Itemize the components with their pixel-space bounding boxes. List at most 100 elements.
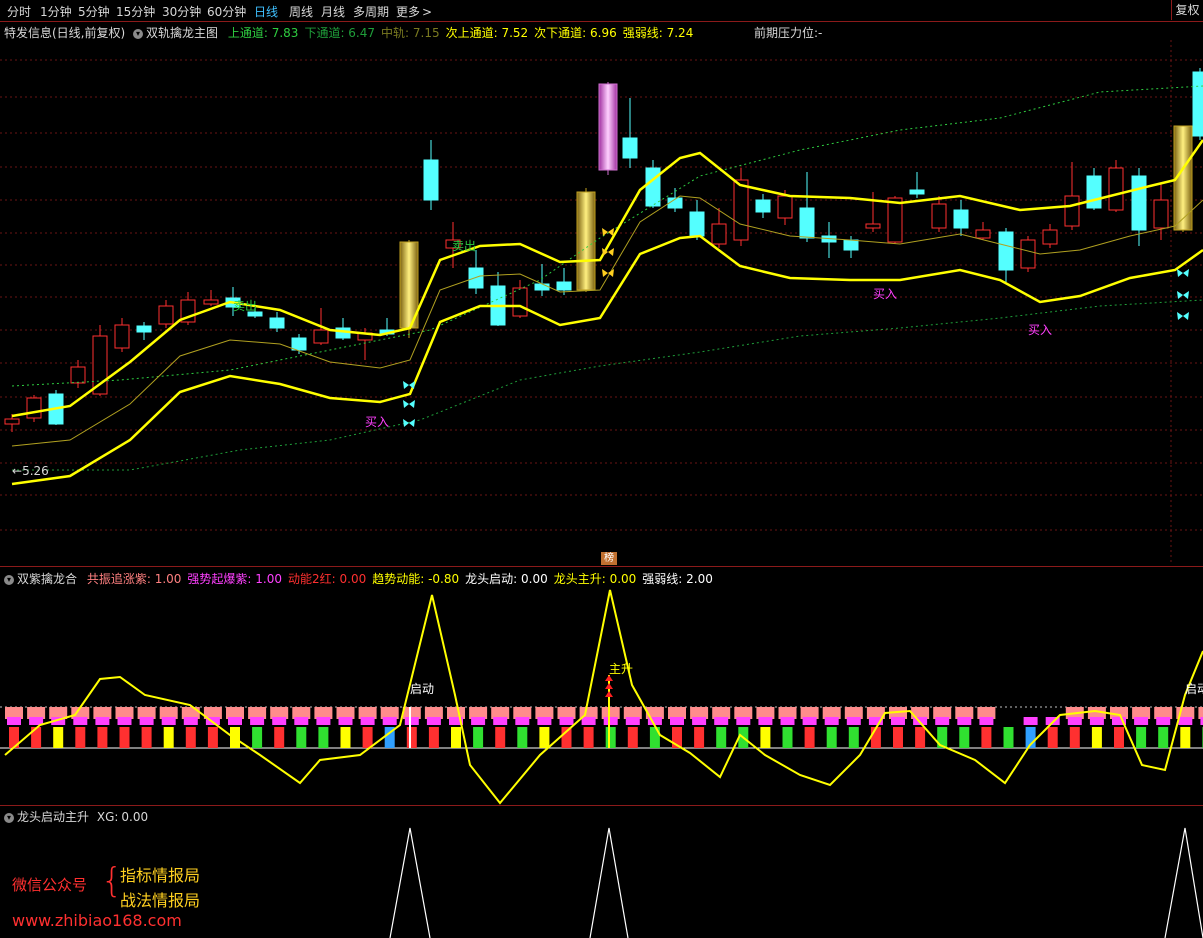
candle-body — [733, 179, 749, 241]
candle-body — [998, 231, 1014, 271]
pressure-level: 前期压力位:- — [754, 24, 822, 41]
momentum-bar — [296, 727, 307, 748]
pressure-label: 前期压力位: — [754, 26, 819, 40]
main-value-0: 上通道: 7.83 — [227, 26, 299, 40]
momentum-bar — [583, 727, 594, 748]
candle-body — [799, 207, 815, 239]
candle-body — [777, 195, 793, 219]
momentum-bar — [1158, 727, 1169, 748]
indicator-name: 双轨擒龙主图 — [146, 26, 219, 40]
period-1min[interactable]: 1分钟 — [40, 3, 72, 20]
sub2-settings-icon[interactable]: ▾ — [4, 812, 14, 823]
momentum-bar — [915, 727, 926, 748]
main-value-5: 强弱线: 7.24 — [622, 26, 694, 40]
sub1-value-0: 共振追涨紫: 1.00 — [86, 572, 182, 586]
candle-body — [114, 324, 130, 349]
main-value-2: 中轨: 7.15 — [381, 26, 440, 40]
arrow-up-icon — [605, 683, 613, 689]
period-fenshi[interactable]: 分时 — [7, 3, 31, 20]
breakout-bar — [581, 717, 596, 725]
breakout-bar — [228, 717, 242, 725]
momentum-bar — [627, 727, 638, 748]
momentum-bar — [1114, 727, 1124, 748]
sub1-value-6: 强弱线: 2.00 — [642, 572, 713, 586]
breakout-bar — [559, 717, 574, 725]
breakout-bar — [250, 717, 265, 725]
more-label: 更多 — [396, 5, 421, 19]
breakout-bar — [758, 717, 773, 725]
sub1-value-3: 趋势动能: -0.80 — [372, 572, 460, 586]
period-multi[interactable]: 多周期 — [353, 3, 389, 20]
stock-label: 特发信息(日线,前复权) — [4, 26, 126, 40]
butterfly-icon — [1177, 291, 1189, 299]
breakout-bar — [471, 717, 486, 725]
breakout-bar — [272, 717, 287, 725]
signal-spike — [1164, 827, 1203, 938]
sub1-value-4: 龙头启动: 0.00 — [465, 572, 548, 586]
breakout-bar — [1178, 717, 1193, 725]
candle-body — [26, 397, 42, 419]
period-60min[interactable]: 60分钟 — [207, 3, 246, 20]
sub1-indicator-name: 双紫擒龙合 — [17, 572, 78, 586]
low-price-value: 5.26 — [22, 464, 49, 478]
momentum-bar — [141, 727, 152, 748]
butterfly-icon — [1177, 269, 1189, 277]
candle-body — [158, 305, 174, 325]
period-monthly[interactable]: 月线 — [321, 3, 345, 20]
breakout-bar — [161, 717, 176, 725]
breakout-bar — [382, 717, 397, 725]
sub1-indicator-chart[interactable]: 启动 启动 主升 — [0, 585, 1203, 805]
period-15min[interactable]: 15分钟 — [116, 3, 155, 20]
chevron-right-icon: > — [422, 5, 433, 19]
indicator-settings-icon[interactable]: ▾ — [133, 28, 144, 39]
momentum-bar — [1069, 727, 1080, 748]
period-5min[interactable]: 5分钟 — [78, 3, 110, 20]
period-daily[interactable]: 日线 — [254, 3, 278, 20]
momentum-bar — [406, 727, 417, 748]
breakout-bar — [360, 717, 375, 725]
main-rise-label: 主升 — [609, 662, 633, 676]
breakout-bar — [1067, 717, 1082, 725]
breakout-bar — [935, 717, 950, 725]
breakout-bar — [7, 717, 21, 725]
main-panel-header: 特发信息(日线,前复权) ▾ 双轨擒龙主图 上通道: 7.83 下通道: 6.47 中… — [4, 24, 693, 41]
breakout-bar — [294, 717, 309, 725]
momentum-bar — [1003, 727, 1014, 748]
candle-body — [269, 317, 285, 329]
breakout-bar — [957, 717, 972, 725]
buy-signal-label: 买入 — [365, 415, 389, 429]
breakout-bar — [426, 717, 441, 725]
signal-spike — [589, 827, 629, 938]
momentum-bar — [185, 727, 196, 748]
momentum-bar — [981, 727, 992, 748]
candle-body — [468, 267, 484, 289]
fuquan-button[interactable]: 复权 — [1171, 0, 1203, 20]
watermark-wechat: 微信公众号 — [12, 876, 88, 894]
breakout-bar — [625, 717, 640, 725]
momentum-bar — [893, 727, 903, 748]
breakout-bar — [95, 717, 110, 725]
start-label: 启动 — [410, 682, 434, 696]
rank-tag[interactable]: 榜 — [601, 552, 617, 565]
sub1-settings-icon[interactable]: ▾ — [4, 574, 14, 585]
candle-body — [136, 325, 152, 333]
candle-body — [953, 209, 969, 229]
breakout-bar — [117, 717, 132, 725]
period-more[interactable]: 更多 > — [396, 3, 432, 20]
candle-body — [313, 329, 329, 344]
momentum-bar — [848, 727, 859, 748]
breakout-bar — [736, 717, 751, 725]
momentum-bar — [782, 727, 793, 748]
momentum-bar — [274, 727, 285, 748]
momentum-bar — [959, 727, 970, 748]
momentum-bar — [760, 727, 771, 748]
main-candlestick-chart[interactable]: 卖出卖出买入买入买入 — [0, 40, 1203, 565]
momentum-bar — [1047, 727, 1058, 748]
candle-body — [711, 223, 727, 245]
momentum-bar — [163, 727, 174, 748]
sell-signal-label: 卖出 — [452, 239, 476, 253]
period-weekly[interactable]: 周线 — [289, 3, 313, 20]
candle-body — [534, 283, 550, 291]
period-30min[interactable]: 30分钟 — [162, 3, 201, 20]
butterfly-icon — [403, 381, 415, 389]
